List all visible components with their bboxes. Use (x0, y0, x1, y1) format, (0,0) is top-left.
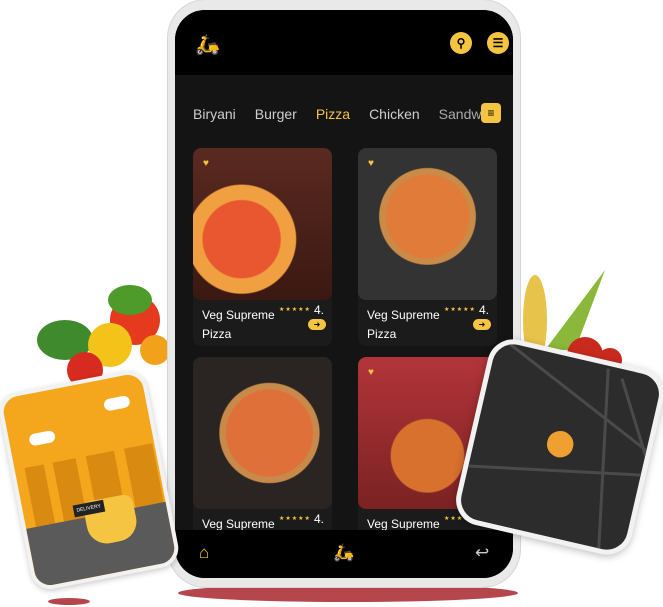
product-card[interactable]: Veg Supreme Pizza ★★★★★ 4. (193, 357, 332, 555)
tab-biryani[interactable]: Biryani (193, 106, 236, 122)
home-icon[interactable]: ⌂ (199, 543, 209, 563)
app-header: 🛵 ⚲ ☰ (175, 10, 513, 75)
rating-value: 4. (314, 512, 325, 526)
pizza-image: ♥ (193, 148, 332, 300)
rating-stars: ★★★★★ (279, 516, 311, 522)
product-card[interactable]: ♥ Veg Supreme Pizza ★★★★★ 4. ➜ (358, 148, 497, 346)
product-card[interactable]: ♥ Veg Supreme Pizza ★★★★★ 4. ➜ (193, 148, 332, 346)
tab-burger[interactable]: Burger (255, 106, 297, 122)
location-pin-icon: ⬤ (543, 424, 579, 460)
card-shadow (48, 598, 90, 605)
category-tabs: Biryani Burger Pizza Chicken Sandw (193, 106, 500, 122)
heart-icon[interactable]: ♥ (203, 158, 209, 169)
filter-icon[interactable]: ≡ (481, 103, 501, 123)
product-name: Veg Supreme Pizza (367, 308, 440, 341)
tab-chicken[interactable]: Chicken (369, 106, 420, 122)
scooter-icon[interactable]: 🛵 (333, 543, 354, 563)
rating-stars: ★★★★★ (444, 307, 476, 313)
pizza-image (193, 357, 332, 509)
pizza-image: ♥ (358, 148, 497, 300)
menu-icon[interactable]: ☰ (487, 32, 509, 54)
back-icon[interactable]: ↩ (475, 543, 489, 563)
rating-stars: ★★★★★ (279, 307, 311, 313)
heart-icon[interactable]: ♥ (368, 367, 374, 378)
rating-value: 4. (314, 303, 325, 317)
delivery-illustration: DELIVERY (0, 367, 182, 593)
arrow-right-icon[interactable]: ➜ (308, 319, 326, 330)
bottom-nav: ⌂ 🛵 ↩ (175, 530, 513, 578)
tab-pizza[interactable]: Pizza (316, 106, 350, 122)
rating-value: 4. (479, 303, 490, 317)
tab-sandwich[interactable]: Sandw (439, 106, 482, 122)
search-icon[interactable]: ⚲ (450, 32, 472, 54)
product-name: Veg Supreme Pizza (202, 308, 275, 341)
scooter-icon[interactable]: 🛵 (195, 32, 220, 57)
heart-icon[interactable]: ♥ (368, 158, 374, 169)
arrow-right-icon[interactable]: ➜ (473, 319, 491, 330)
